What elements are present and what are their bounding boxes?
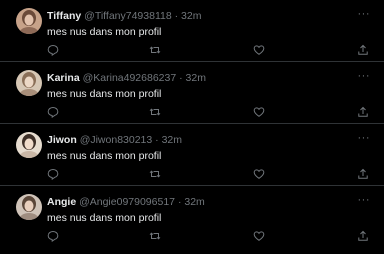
display-name[interactable]: Karina — [47, 72, 80, 84]
tweet[interactable]: Jiwon @Jiwon830213 · 32m ··· mes nus dan… — [0, 124, 384, 186]
reply-icon[interactable] — [47, 44, 59, 56]
more-options-icon[interactable]: ··· — [358, 8, 371, 20]
timestamp[interactable]: · 32m — [155, 134, 182, 146]
tweet[interactable]: Karina @Karina492686237 · 32m ··· mes nu… — [0, 62, 384, 124]
tweet-text: mes nus dans mon profil — [47, 150, 162, 162]
retweet-icon[interactable] — [149, 106, 161, 118]
avatar[interactable] — [16, 132, 42, 158]
timestamp[interactable]: · 32m — [179, 72, 206, 84]
reply-icon[interactable] — [47, 230, 59, 242]
timestamp[interactable]: · 32m — [178, 196, 205, 208]
handle[interactable]: @Angie0979096517 — [79, 196, 175, 208]
retweet-icon[interactable] — [149, 230, 161, 242]
handle[interactable]: @Tiffany74938118 — [84, 10, 172, 22]
avatar[interactable] — [16, 194, 42, 220]
tweet-text: mes nus dans mon profil — [47, 88, 162, 100]
more-options-icon[interactable]: ··· — [358, 194, 371, 206]
share-icon[interactable] — [357, 44, 369, 56]
reply-icon[interactable] — [47, 106, 59, 118]
like-icon[interactable] — [253, 44, 265, 56]
tweet-header: Karina @Karina492686237 · 32m — [47, 71, 206, 85]
reply-icon[interactable] — [47, 168, 59, 180]
tweet-header: Jiwon @Jiwon830213 · 32m — [47, 133, 182, 147]
timestamp[interactable]: · 32m — [175, 10, 202, 22]
more-options-icon[interactable]: ··· — [358, 132, 371, 144]
handle[interactable]: @Jiwon830213 — [80, 134, 153, 146]
display-name[interactable]: Jiwon — [47, 134, 77, 146]
display-name[interactable]: Angie — [47, 196, 76, 208]
more-options-icon[interactable]: ··· — [358, 70, 371, 82]
share-icon[interactable] — [357, 230, 369, 242]
retweet-icon[interactable] — [149, 168, 161, 180]
tweet-header: Angie @Angie0979096517 · 32m — [47, 195, 205, 209]
retweet-icon[interactable] — [149, 44, 161, 56]
like-icon[interactable] — [253, 230, 265, 242]
share-icon[interactable] — [357, 168, 369, 180]
share-icon[interactable] — [357, 106, 369, 118]
tweet[interactable]: Tiffany @Tiffany74938118 · 32m ··· mes n… — [0, 0, 384, 62]
like-icon[interactable] — [253, 168, 265, 180]
like-icon[interactable] — [253, 106, 265, 118]
tweet-header: Tiffany @Tiffany74938118 · 32m — [47, 9, 201, 23]
tweet[interactable]: Angie @Angie0979096517 · 32m ··· mes nus… — [0, 186, 384, 254]
avatar[interactable] — [16, 8, 42, 34]
handle[interactable]: @Karina492686237 — [83, 72, 177, 84]
tweet-text: mes nus dans mon profil — [47, 212, 162, 224]
tweet-text: mes nus dans mon profil — [47, 26, 162, 38]
avatar[interactable] — [16, 70, 42, 96]
display-name[interactable]: Tiffany — [47, 10, 81, 22]
